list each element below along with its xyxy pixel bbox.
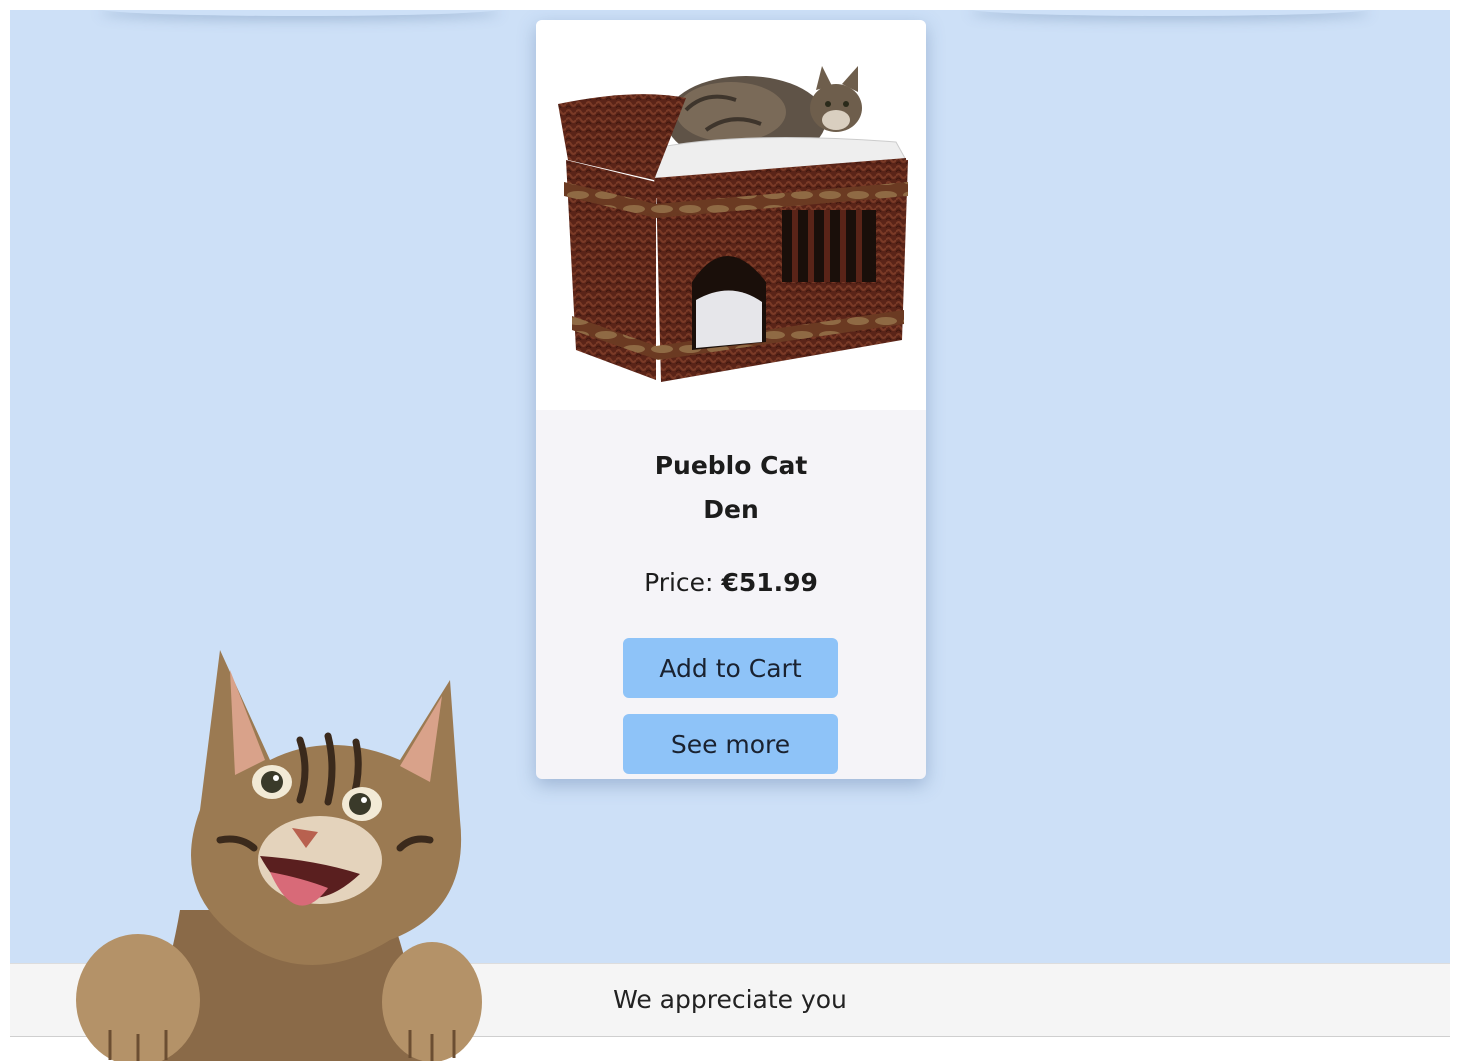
cat-mascot-image: [76, 650, 482, 1061]
add-to-cart-button[interactable]: Add to Cart: [623, 638, 838, 698]
product-image[interactable]: [536, 20, 926, 410]
price-line: Price: €51.99: [536, 568, 926, 597]
price-value: €51.99: [721, 568, 818, 597]
price-label: Price:: [644, 568, 714, 597]
see-more-button[interactable]: See more: [623, 714, 838, 774]
cat-den-image: [558, 66, 908, 382]
previous-card-shadow: [970, 10, 1370, 16]
product-title-line: Den: [703, 495, 759, 524]
product-title-line: Pueblo Cat: [654, 451, 808, 480]
product-title: Pueblo Cat Den: [536, 444, 926, 532]
page-viewport: Pueblo Cat Den Price: €51.99 Add to Cart…: [10, 10, 1450, 1061]
product-card: Pueblo Cat Den Price: €51.99 Add to Cart…: [536, 20, 926, 779]
previous-card-shadow: [100, 10, 500, 16]
